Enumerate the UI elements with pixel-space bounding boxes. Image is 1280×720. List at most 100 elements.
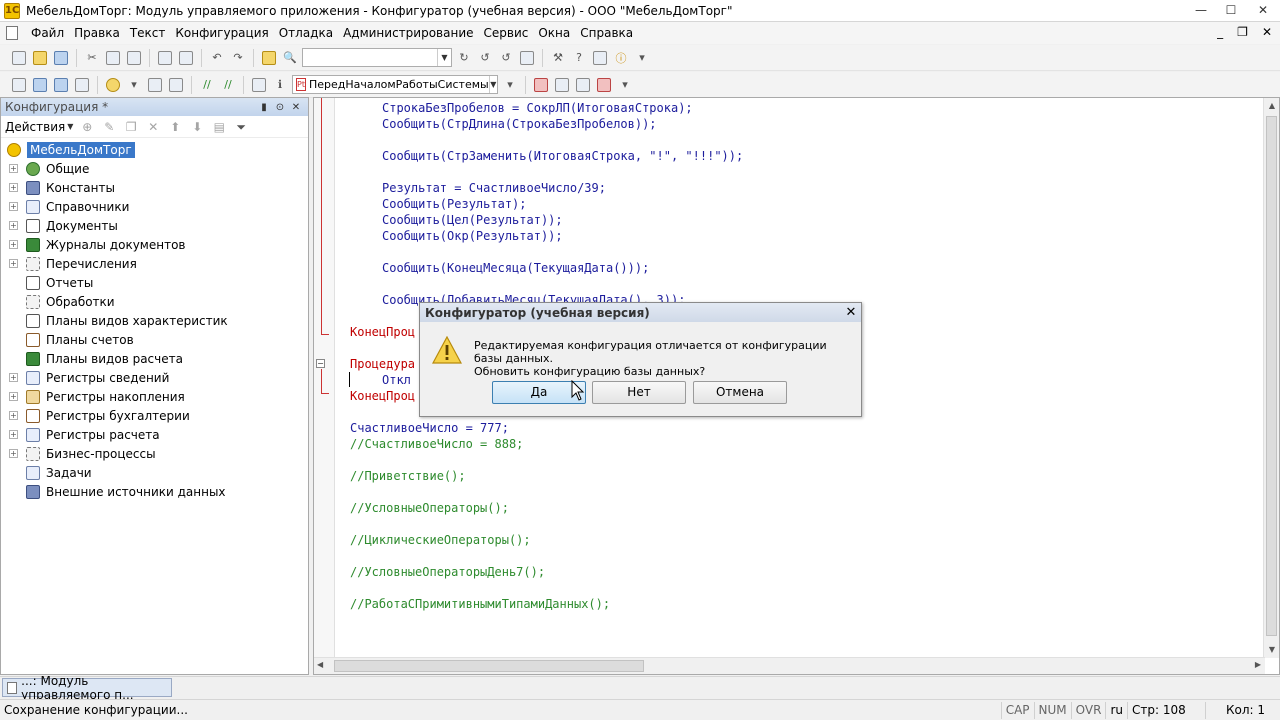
- move-down-icon[interactable]: ⬇: [189, 119, 205, 135]
- tree-item[interactable]: + Регистры расчета: [1, 425, 308, 444]
- scroll-thumb[interactable]: [334, 660, 644, 672]
- filter-icon[interactable]: ⏷: [233, 119, 249, 135]
- tree-item[interactable]: + Журналы документов: [1, 235, 308, 254]
- window-tab-module[interactable]: ...: Модуль управляемого п...: [2, 674, 172, 702]
- tree-item[interactable]: + Общие: [1, 159, 308, 178]
- tree-item[interactable]: + Документы: [1, 216, 308, 235]
- open-icon[interactable]: [31, 49, 49, 67]
- menu-text[interactable]: Текст: [125, 26, 171, 40]
- scroll-thumb[interactable]: [1266, 116, 1277, 636]
- chevron-down-icon[interactable]: ▾: [616, 76, 634, 94]
- tree-item[interactable]: + Перечисления: [1, 254, 308, 273]
- content-icon[interactable]: [591, 49, 609, 67]
- goto-definition-icon[interactable]: [250, 76, 268, 94]
- procedure-select[interactable]: Pt ПередНачаломРаботыСистемы ▼: [292, 75, 498, 94]
- expand-icon[interactable]: +: [9, 164, 18, 173]
- expand-icon[interactable]: +: [9, 240, 18, 249]
- tree-item[interactable]: + Регистры накопления: [1, 387, 308, 406]
- sort-icon[interactable]: ▤: [211, 119, 227, 135]
- save-config-icon[interactable]: [31, 76, 49, 94]
- preview-icon[interactable]: [177, 49, 195, 67]
- expand-icon[interactable]: +: [9, 373, 18, 382]
- copy-icon[interactable]: ❐: [123, 119, 139, 135]
- cancel-button[interactable]: Отмена: [693, 381, 787, 404]
- tools-icon[interactable]: ⚒: [549, 49, 567, 67]
- chevron-down-icon[interactable]: ▼: [67, 119, 73, 135]
- breakpoint-icon[interactable]: [532, 76, 550, 94]
- move-up-icon[interactable]: ⬆: [167, 119, 183, 135]
- horizontal-scrollbar[interactable]: ◀ ▶: [314, 657, 1265, 674]
- menu-debug[interactable]: Отладка: [274, 26, 338, 40]
- find-next-icon[interactable]: ↻: [455, 49, 473, 67]
- comment-icon[interactable]: //: [198, 76, 216, 94]
- maximize-button[interactable]: ☐: [1216, 0, 1246, 22]
- update-db-icon[interactable]: [52, 76, 70, 94]
- print-icon[interactable]: [156, 49, 174, 67]
- language-indicator[interactable]: ru: [1105, 701, 1127, 719]
- syntax-helper-icon[interactable]: [518, 49, 536, 67]
- expand-icon[interactable]: +: [9, 202, 18, 211]
- copy-icon[interactable]: [104, 49, 122, 67]
- menu-service[interactable]: Сервис: [479, 26, 534, 40]
- expand-icon[interactable]: +: [9, 183, 18, 192]
- breakpoint-disable-icon[interactable]: [553, 76, 571, 94]
- paste-icon[interactable]: [125, 49, 143, 67]
- tree-item[interactable]: Отчеты: [1, 273, 308, 292]
- scroll-down-icon[interactable]: ▼: [1264, 642, 1280, 658]
- tree-item[interactable]: Обработки: [1, 292, 308, 311]
- find-prev-icon[interactable]: ↺: [476, 49, 494, 67]
- chevron-down-icon[interactable]: ▼: [437, 49, 451, 66]
- scroll-up-icon[interactable]: ▲: [1264, 98, 1280, 114]
- find-in-files-icon[interactable]: [260, 49, 278, 67]
- search-input[interactable]: ▼: [302, 48, 452, 67]
- close-icon[interactable]: ✕: [288, 102, 304, 113]
- undo-icon[interactable]: ↶: [208, 49, 226, 67]
- redo-icon[interactable]: ↷: [229, 49, 247, 67]
- tree-item[interactable]: Планы видов расчета: [1, 349, 308, 368]
- breakpoint-list-icon[interactable]: [574, 76, 592, 94]
- new-icon[interactable]: [10, 49, 28, 67]
- minimize-button[interactable]: —: [1186, 0, 1216, 22]
- tree-item[interactable]: + Регистры сведений: [1, 368, 308, 387]
- mdi-close-button[interactable]: ✕: [1262, 25, 1272, 39]
- edit-icon[interactable]: ✎: [101, 119, 117, 135]
- no-button[interactable]: Нет: [592, 381, 686, 404]
- expand-icon[interactable]: +: [9, 259, 18, 268]
- vertical-scrollbar[interactable]: ▲ ▼: [1263, 98, 1279, 658]
- module-icon[interactable]: [146, 76, 164, 94]
- tree-item[interactable]: + Бизнес-процессы: [1, 444, 308, 463]
- chevron-down-icon[interactable]: ▾: [633, 49, 651, 67]
- compare-icon[interactable]: [73, 76, 91, 94]
- menu-help[interactable]: Справка: [575, 26, 638, 40]
- search-icon[interactable]: 🔍: [281, 49, 299, 67]
- close-button[interactable]: ✕: [1246, 0, 1280, 22]
- menu-windows[interactable]: Окна: [533, 26, 575, 40]
- expand-icon[interactable]: +: [9, 430, 18, 439]
- menu-administration[interactable]: Администрирование: [338, 26, 478, 40]
- tree-item[interactable]: + Регистры бухгалтерии: [1, 406, 308, 425]
- chevron-down-icon[interactable]: ▼: [488, 76, 497, 93]
- delete-icon[interactable]: ✕: [145, 119, 161, 135]
- scroll-left-icon[interactable]: ◀: [317, 660, 323, 669]
- menu-edit[interactable]: Правка: [69, 26, 125, 40]
- mdi-minimize-button[interactable]: _: [1217, 25, 1223, 39]
- expand-icon[interactable]: +: [9, 392, 18, 401]
- tree-item[interactable]: + Справочники: [1, 197, 308, 216]
- help-search-icon[interactable]: ?: [570, 49, 588, 67]
- chevron-down-icon[interactable]: ▾: [125, 76, 143, 94]
- expand-icon[interactable]: +: [9, 221, 18, 230]
- pin-icon[interactable]: ▮: [256, 102, 272, 113]
- open-config-icon[interactable]: [10, 76, 28, 94]
- info-icon[interactable]: ⓘ: [612, 49, 630, 67]
- expand-icon[interactable]: +: [9, 449, 18, 458]
- procedures-icon[interactable]: ℹ: [271, 76, 289, 94]
- menu-configuration[interactable]: Конфигурация: [170, 26, 273, 40]
- add-icon[interactable]: ⊕: [79, 119, 95, 135]
- tree-item[interactable]: Планы видов характеристик: [1, 311, 308, 330]
- maximize-icon[interactable]: ⊙: [272, 102, 288, 113]
- replace-icon[interactable]: ↺: [497, 49, 515, 67]
- actions-menu[interactable]: Действия: [5, 120, 65, 134]
- form-icon[interactable]: [167, 76, 185, 94]
- scroll-right-icon[interactable]: ▶: [1255, 660, 1261, 669]
- start-debug-icon[interactable]: [104, 76, 122, 94]
